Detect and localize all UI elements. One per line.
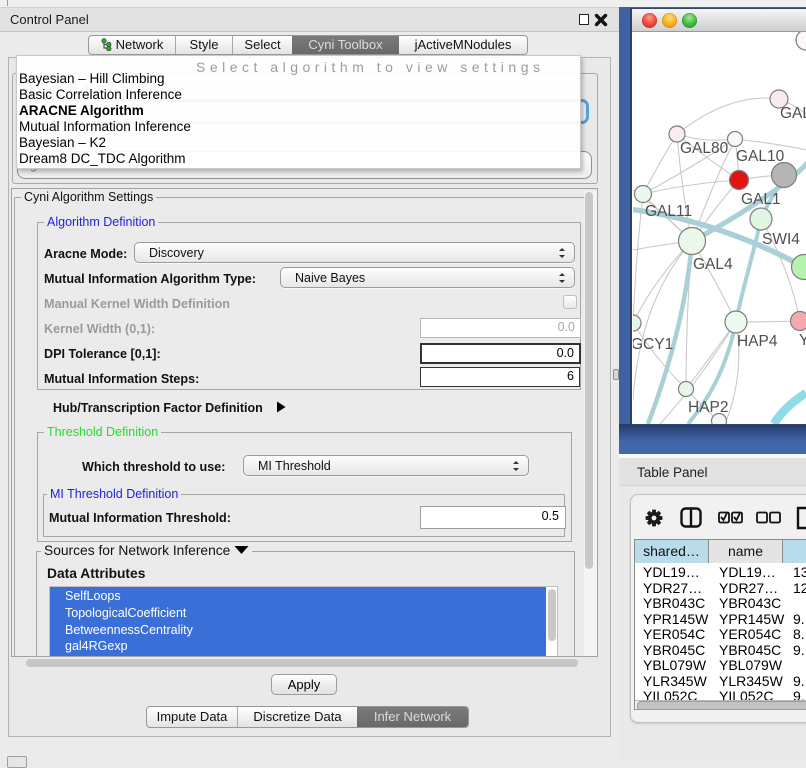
svg-text:GAL10: GAL10 xyxy=(736,148,785,165)
svg-text:SWI4: SWI4 xyxy=(762,231,800,248)
svg-text:GCY1: GCY1 xyxy=(633,336,673,353)
svg-text:GAL11: GAL11 xyxy=(645,203,692,220)
svg-text:HAP2: HAP2 xyxy=(688,399,729,416)
svg-text:Y: Y xyxy=(799,332,806,349)
svg-text:GAL7: GAL7 xyxy=(780,105,806,122)
svg-text:GAL4: GAL4 xyxy=(693,256,733,273)
svg-text:GAL80: GAL80 xyxy=(680,140,729,157)
svg-text:HAP4: HAP4 xyxy=(737,333,778,350)
svg-text:GAL1: GAL1 xyxy=(741,191,781,208)
